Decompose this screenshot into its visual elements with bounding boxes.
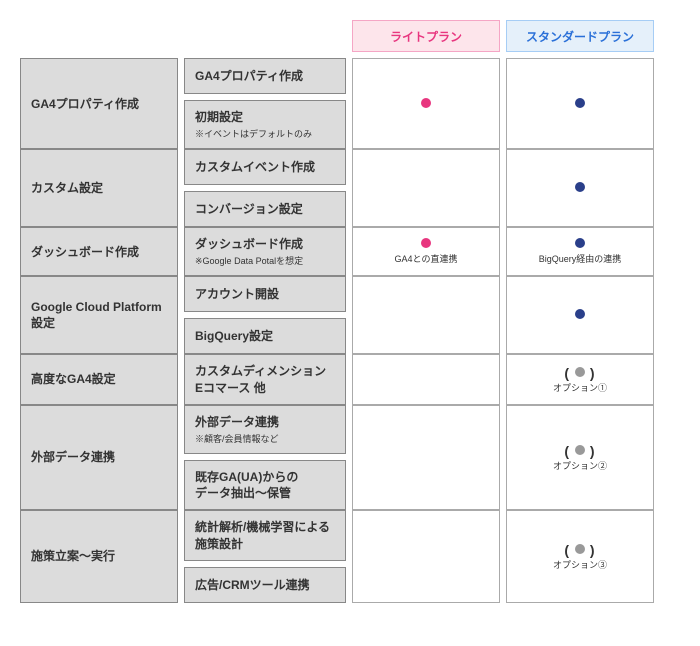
dot-icon: [575, 182, 585, 192]
subcategory-cell: カスタムディメンションEコマース 他: [184, 354, 346, 404]
option-label: オプション①: [553, 381, 607, 394]
subcategory-title: 初期設定: [195, 109, 335, 125]
subcategory-note: ※Google Data Potalを想定: [195, 254, 335, 267]
plan-cell-standard: BigQuery経由の連携: [506, 227, 654, 276]
subcategory-column: ダッシュボード作成 ※Google Data Potalを想定: [184, 227, 346, 276]
plan-cell-standard: [506, 276, 654, 354]
table-row: カスタム設定カスタムイベント作成コンバージョン設定: [20, 149, 680, 227]
subcategory-title: BigQuery設定: [195, 328, 335, 344]
subcategory-cell: 既存GA(UA)からのデータ抽出～保管: [184, 460, 346, 510]
option-label: オプション③: [553, 558, 607, 571]
subcategory-title: カスタムイベント作成: [195, 159, 335, 175]
category-cell: 高度なGA4設定: [20, 354, 178, 404]
plan-cell-standard: ( )オプション①: [506, 354, 654, 404]
plan-cell-light: [352, 58, 500, 149]
dot-icon: [421, 98, 431, 108]
header-spacer: [184, 20, 346, 52]
header-spacer: [20, 20, 178, 52]
category-cell: 施策立案～実行: [20, 510, 178, 602]
subcategory-cell: 広告/CRMツール連携: [184, 567, 346, 603]
plan-cell-light: [352, 276, 500, 354]
plan-cell-light: [352, 405, 500, 511]
subcategory-note: ※イベントはデフォルトのみ: [195, 127, 335, 140]
dot-icon: [575, 238, 585, 248]
subcategory-cell: GA4プロパティ作成: [184, 58, 346, 94]
subcategory-cell: ダッシュボード作成 ※Google Data Potalを想定: [184, 227, 346, 276]
subcategory-column: アカウント開設 BigQuery設定: [184, 276, 346, 354]
option-mark: ( )オプション①: [553, 366, 607, 394]
subcategory-title: カスタムディメンションEコマース 他: [195, 363, 335, 395]
header-row: ライトプラン スタンダードプラン: [20, 20, 680, 52]
subcategory-title: 広告/CRMツール連携: [195, 577, 335, 593]
plan-cell-standard: [506, 149, 654, 227]
dot-icon: [575, 309, 585, 319]
plan-cell-light: GA4との直連携: [352, 227, 500, 276]
option-mark: ( )オプション②: [553, 444, 607, 472]
subcategory-title: コンバージョン設定: [195, 201, 335, 217]
subcategory-cell: 外部データ連携 ※顧客/会員情報など: [184, 405, 346, 454]
comparison-table: ライトプラン スタンダードプラン GA4プロパティ作成GA4プロパティ作成初期設…: [20, 20, 680, 603]
subcategory-column: 外部データ連携 ※顧客/会員情報など既存GA(UA)からのデータ抽出～保管: [184, 405, 346, 511]
dot-icon: [575, 445, 585, 455]
plan-header-standard: スタンダードプラン: [506, 20, 654, 52]
dot-icon: [575, 367, 585, 377]
dot-icon: [421, 238, 431, 248]
table-row: 高度なGA4設定カスタムディメンションEコマース 他 ( )オプション①: [20, 354, 680, 404]
subcategory-column: カスタムディメンションEコマース 他: [184, 354, 346, 404]
subcategory-note: ※顧客/会員情報など: [195, 432, 335, 445]
subcategory-title: 既存GA(UA)からのデータ抽出～保管: [195, 469, 335, 501]
subcategory-cell: 初期設定 ※イベントはデフォルトのみ: [184, 100, 346, 149]
subcategory-cell: コンバージョン設定: [184, 191, 346, 227]
category-cell: 外部データ連携: [20, 405, 178, 511]
subcategory-cell: BigQuery設定: [184, 318, 346, 354]
plan-caption: BigQuery経由の連携: [539, 252, 622, 265]
category-cell: ダッシュボード作成: [20, 227, 178, 276]
plan-cell-standard: [506, 58, 654, 149]
subcategory-column: GA4プロパティ作成初期設定 ※イベントはデフォルトのみ: [184, 58, 346, 149]
plan-cell-light: [352, 149, 500, 227]
plan-caption: GA4との直連携: [395, 252, 458, 265]
option-mark: ( )オプション③: [553, 543, 607, 571]
dot-icon: [575, 98, 585, 108]
dot-icon: [575, 544, 585, 554]
category-cell: Google Cloud Platform設定: [20, 276, 178, 354]
table-row: ダッシュボード作成 ダッシュボード作成 ※Google Data Potalを想定 G…: [20, 227, 680, 276]
category-cell: GA4プロパティ作成: [20, 58, 178, 149]
plan-cell-standard: ( )オプション②: [506, 405, 654, 511]
plan-cell-standard: ( )オプション③: [506, 510, 654, 602]
subcategory-title: アカウント開設: [195, 286, 335, 302]
table-row: GA4プロパティ作成GA4プロパティ作成初期設定※イベントはデフォルトのみ: [20, 58, 680, 149]
table-row: 施策立案～実行統計解析/機械学習による施策設計広告/CRMツール連携 ( )オプシ…: [20, 510, 680, 602]
table-row: 外部データ連携 外部データ連携 ※顧客/会員情報など既存GA(UA)からのデータ抽出…: [20, 405, 680, 511]
subcategory-title: 統計解析/機械学習による施策設計: [195, 519, 335, 551]
table-row: Google Cloud Platform設定 アカウント開設 BigQuery設定: [20, 276, 680, 354]
plan-cell-light: [352, 510, 500, 602]
subcategory-title: ダッシュボード作成: [195, 236, 335, 252]
category-cell: カスタム設定: [20, 149, 178, 227]
plan-header-light: ライトプラン: [352, 20, 500, 52]
subcategory-cell: カスタムイベント作成: [184, 149, 346, 185]
subcategory-cell: 統計解析/機械学習による施策設計: [184, 510, 346, 560]
subcategory-title: 外部データ連携: [195, 414, 335, 430]
subcategory-column: カスタムイベント作成コンバージョン設定: [184, 149, 346, 227]
subcategory-cell: アカウント開設: [184, 276, 346, 312]
subcategory-column: 統計解析/機械学習による施策設計広告/CRMツール連携: [184, 510, 346, 602]
plan-cell-light: [352, 354, 500, 404]
subcategory-title: GA4プロパティ作成: [195, 68, 335, 84]
option-label: オプション②: [553, 459, 607, 472]
